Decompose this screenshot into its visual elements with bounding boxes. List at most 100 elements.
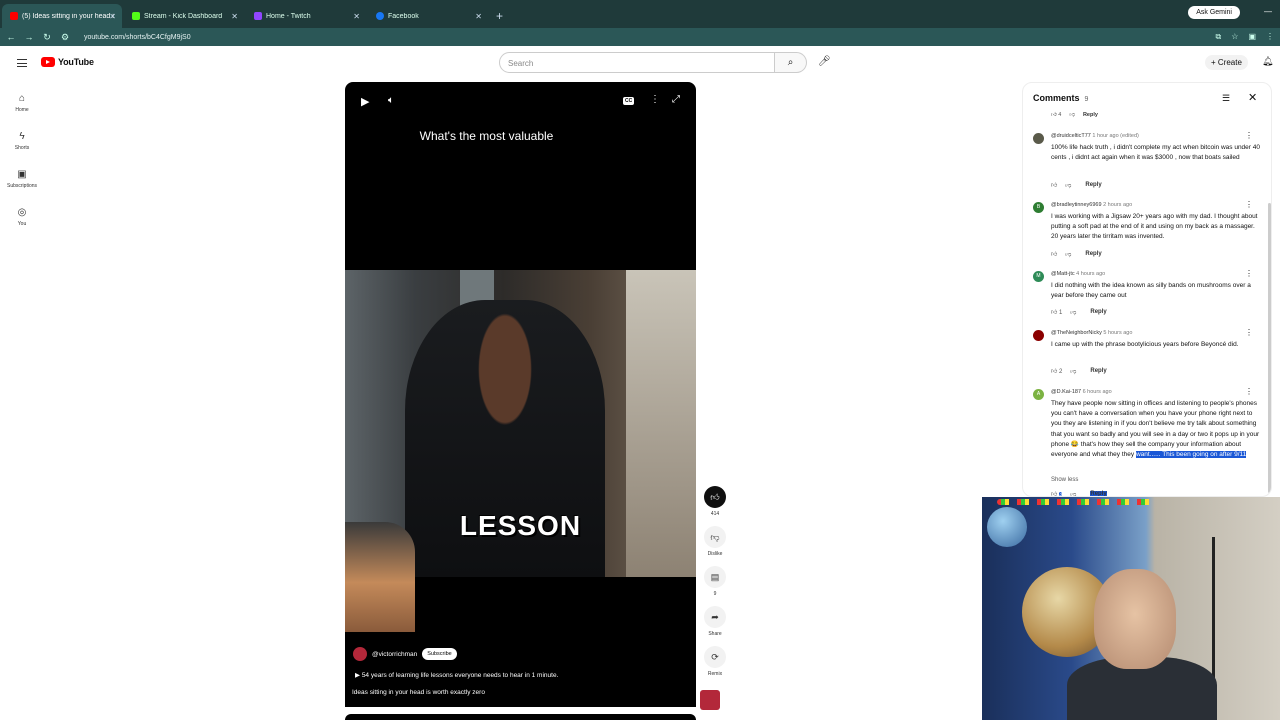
- voice-search-icon[interactable]: 🎤︎: [818, 56, 831, 67]
- share-button[interactable]: ➦ Share: [700, 606, 730, 646]
- comment-time: 5 hours ago: [1103, 330, 1133, 336]
- thumb-down-icon[interactable]: 👎︎: [1065, 250, 1071, 258]
- youtube-logo[interactable]: YouTube: [41, 57, 94, 67]
- play-icon[interactable]: ▶: [361, 95, 369, 108]
- search-input[interactable]: Search: [499, 52, 775, 73]
- channel-avatar[interactable]: [353, 647, 367, 661]
- comment-menu-icon[interactable]: ⋮: [1245, 200, 1253, 209]
- close-tab-icon[interactable]: ✕: [109, 12, 116, 21]
- remix-button[interactable]: ⟳ Remix: [700, 646, 730, 686]
- comment-author[interactable]: @Matt-jtc: [1051, 271, 1075, 277]
- new-tab-button[interactable]: +: [496, 4, 503, 28]
- thumb-down-icon[interactable]: 👎︎: [1070, 490, 1076, 496]
- comment-author[interactable]: @bradleytinney6969: [1051, 202, 1102, 208]
- close-comments-icon[interactable]: ✕: [1248, 91, 1257, 104]
- comment-menu-icon[interactable]: ⋮: [1245, 269, 1253, 278]
- bookmark-star-icon[interactable]: ☆: [1231, 32, 1238, 42]
- extensions-icon[interactable]: ▣: [1248, 32, 1256, 42]
- avatar[interactable]: A: [1033, 389, 1044, 400]
- thumb-up-icon[interactable]: 👍︎ 3: [1051, 490, 1063, 496]
- youtube-favicon-icon: [10, 12, 18, 20]
- window-controls[interactable]: —: [1264, 7, 1272, 16]
- thumb-up-icon[interactable]: 👍︎ 1: [1051, 308, 1062, 316]
- comments-scrollbar[interactable]: [1268, 203, 1271, 493]
- avatar[interactable]: M: [1033, 271, 1044, 282]
- reply-button[interactable]: Reply: [1085, 251, 1101, 257]
- search-button[interactable]: ⌕: [775, 52, 807, 73]
- close-tab-icon[interactable]: ✕: [475, 12, 482, 21]
- comment-author[interactable]: @D.Kai-187: [1051, 389, 1081, 395]
- close-tab-icon[interactable]: ✕: [231, 12, 238, 21]
- reply-button[interactable]: Reply: [1083, 112, 1098, 118]
- remix-label: Remix: [707, 671, 723, 677]
- sidebar-item-you[interactable]: ◎ You: [0, 198, 44, 236]
- comment-meta: @D.Kai-187 6 hours ago: [1051, 389, 1112, 395]
- comment-actions: 👍︎ 2 👎︎ Reply: [1051, 367, 1107, 375]
- subscribe-button[interactable]: Subscribe: [422, 648, 457, 660]
- comment-author[interactable]: @druidcelticT77: [1051, 133, 1091, 139]
- channel-name[interactable]: @victorrichman: [372, 651, 417, 658]
- remix-icon: ⟳: [704, 646, 726, 668]
- reply-button[interactable]: Reply: [1090, 368, 1106, 374]
- thumb-down-icon[interactable]: 👎︎: [1070, 308, 1076, 316]
- thumb-up-icon[interactable]: 👍︎ 2: [1051, 367, 1062, 375]
- avatar[interactable]: B: [1033, 202, 1044, 213]
- more-options-icon[interactable]: ⋮: [650, 94, 660, 105]
- comment-menu-icon[interactable]: ⋮: [1245, 131, 1253, 140]
- sidebar-item-subscriptions[interactable]: ▣ Subscriptions: [0, 160, 44, 198]
- thumb-up-icon: 👍︎: [704, 486, 726, 508]
- create-button[interactable]: + Create: [1205, 55, 1248, 70]
- browser-tab-facebook[interactable]: Facebook ✕: [368, 4, 488, 28]
- ask-gemini-button[interactable]: Ask Gemini: [1188, 6, 1240, 19]
- video-title[interactable]: Ideas sitting in your head is worth exac…: [352, 689, 485, 696]
- browser-tab-youtube[interactable]: (5) Ideas sitting in your head is ✕: [2, 4, 122, 28]
- sidebar-item-shorts[interactable]: ϟ Shorts: [0, 122, 44, 160]
- like-comment-button[interactable]: 👍︎ 4: [1051, 112, 1061, 118]
- close-tab-icon[interactable]: ✕: [353, 12, 360, 21]
- forward-icon[interactable]: →: [22, 32, 36, 42]
- dislike-button[interactable]: 👎︎ Dislike: [700, 526, 730, 566]
- reload-icon[interactable]: ↻: [40, 32, 54, 43]
- closed-captions-icon[interactable]: CC: [623, 97, 635, 105]
- dislike-comment-button[interactable]: 👎︎: [1069, 112, 1075, 118]
- search-icon: ⌕: [787, 57, 794, 68]
- comment-text: 100% life hack truth , i didn't complete…: [1051, 144, 1260, 162]
- avatar[interactable]: [1033, 330, 1044, 341]
- streamer-face: [1094, 569, 1176, 669]
- comments-button[interactable]: ▤ 9: [700, 566, 730, 606]
- comment-meta: @Matt-jtc 4 hours ago: [1051, 271, 1105, 277]
- audio-source-thumbnail[interactable]: [700, 690, 720, 710]
- shorts-video-player[interactable]: ▶ 🔈︎ CC ⋮ ⤢ What's the most valuable LES…: [345, 82, 696, 707]
- comment-author[interactable]: @TheNeighborNicky: [1051, 330, 1102, 336]
- comment-menu-icon[interactable]: ⋮: [1245, 328, 1253, 337]
- site-info-icon[interactable]: ⚙: [58, 32, 72, 43]
- shorts-icon: ϟ: [19, 131, 25, 142]
- comment-like-count: 1: [1058, 310, 1063, 316]
- back-icon[interactable]: ←: [4, 32, 18, 42]
- volume-icon[interactable]: 🔈︎: [388, 95, 394, 106]
- reply-button[interactable]: Reply: [1085, 182, 1101, 188]
- comment-time: 4 hours ago: [1076, 271, 1106, 277]
- comment-menu-icon[interactable]: ⋮: [1245, 387, 1253, 396]
- show-less-button[interactable]: Show less: [1051, 477, 1078, 483]
- avatar[interactable]: [1033, 133, 1044, 144]
- next-short-preview[interactable]: [345, 714, 696, 720]
- hamburger-menu-icon[interactable]: [17, 59, 27, 67]
- thumb-up-icon[interactable]: 👍︎: [1051, 250, 1057, 258]
- sort-comments-icon[interactable]: ☰: [1222, 93, 1230, 104]
- video-description-line[interactable]: ▶ 54 years of learning life lessons ever…: [355, 671, 558, 679]
- thumb-up-icon[interactable]: 👍︎: [1051, 181, 1057, 189]
- notifications-bell-icon[interactable]: 🔔︎: [1262, 56, 1273, 67]
- url-field[interactable]: youtube.com/shorts/bC4CfgM9jS0: [84, 34, 191, 41]
- sidebar-item-home[interactable]: ⌂ Home: [0, 84, 44, 122]
- like-button[interactable]: 👍︎ 414: [700, 486, 730, 526]
- browser-menu-icon[interactable]: ⋮: [1266, 32, 1274, 42]
- install-icon[interactable]: ⧉: [1216, 32, 1222, 42]
- browser-tab-kick[interactable]: Stream - Kick Dashboard ✕: [124, 4, 244, 28]
- thumb-down-icon[interactable]: 👎︎: [1065, 181, 1071, 189]
- browser-tab-twitch[interactable]: Home - Twitch ✕: [246, 4, 366, 28]
- thumb-down-icon[interactable]: 👎︎: [1070, 367, 1076, 375]
- reply-button[interactable]: Reply: [1090, 309, 1106, 315]
- logo-text: YouTube: [58, 57, 94, 67]
- fullscreen-icon[interactable]: ⤢: [672, 94, 680, 105]
